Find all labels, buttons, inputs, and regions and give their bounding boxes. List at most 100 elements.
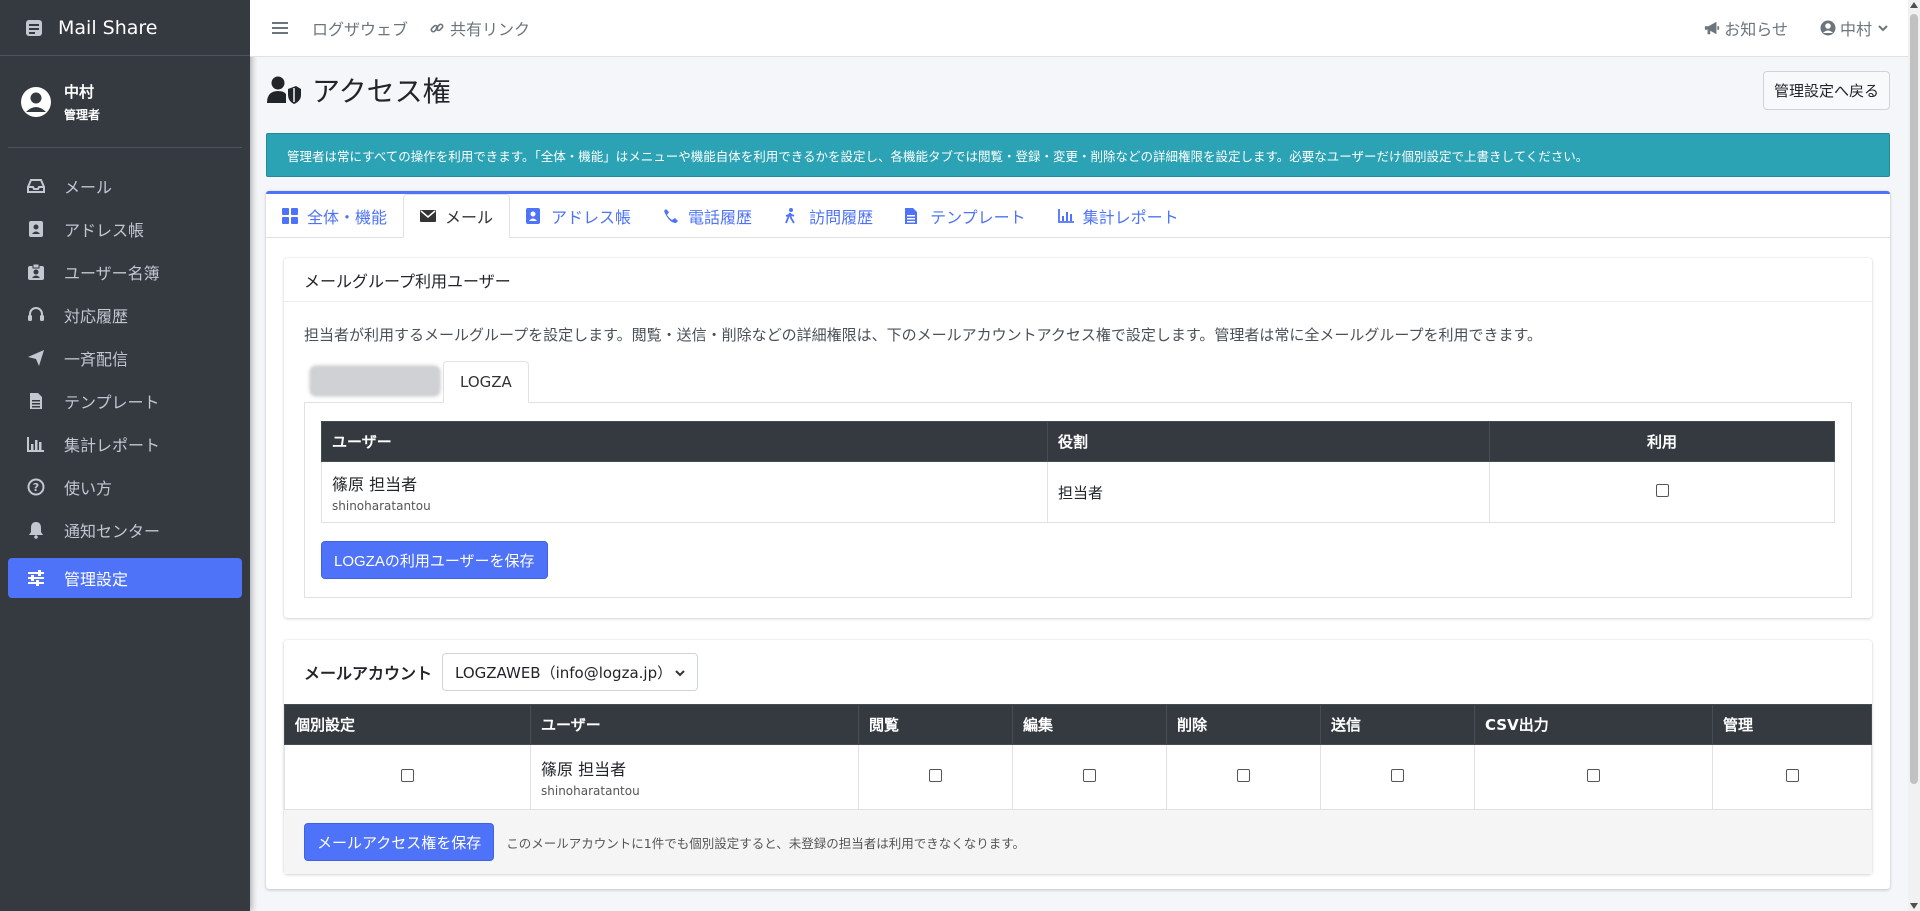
use-cell <box>1489 461 1835 523</box>
delete-cell <box>1166 744 1321 810</box>
bell-icon <box>26 520 46 540</box>
group-tab-logza[interactable]: LOGZA <box>443 361 529 403</box>
scroll-down-arrow-icon[interactable] <box>1910 903 1918 909</box>
brand-link[interactable]: Mail Share <box>0 0 250 56</box>
table-row: 篠原 担当者 shinoharatantou 担当者 <box>321 461 1835 523</box>
main-content: アクセス権 管理設定へ戻る 管理者は常にすべての操作を利用できます。「全体・機能… <box>250 57 1908 911</box>
mail-account-selected: LOGZAWEB（info@logza.jp） <box>455 663 673 682</box>
column-header-send: 送信 <box>1320 704 1475 745</box>
tab-label: 全体・機能 <box>307 208 388 227</box>
group-tab-redacted[interactable] <box>310 366 440 396</box>
edit-checkbox[interactable] <box>1083 769 1096 782</box>
edit-cell <box>1012 744 1167 810</box>
sidebar-item-broadcast[interactable]: 一斉配信 <box>8 338 242 378</box>
csv-cell <box>1474 744 1713 810</box>
group-tab-panel: ユーザー 役割 利用 篠原 担当者 shinoharatantou 担当者 LO… <box>304 403 1852 598</box>
mail-account-access-card: メールアカウント LOGZAWEB（info@logza.jp） 個別設定 ユー… <box>284 640 1872 874</box>
scroll-up-arrow-icon[interactable] <box>1910 2 1918 8</box>
sidebar-item-help[interactable]: ? 使い方 <box>8 467 242 507</box>
logzaweb-link[interactable]: ログザウェブ <box>312 16 408 40</box>
sidebar-item-notifications[interactable]: 通知センター <box>8 510 242 550</box>
sidebar-item-label: アドレス帳 <box>64 221 145 240</box>
back-to-admin-button[interactable]: 管理設定へ戻る <box>1762 70 1890 110</box>
account-access-footer: メールアクセス権を保存 このメールアカウントに1件でも個別設定すると、未登録の担… <box>284 810 1872 874</box>
group-tabs: LOGZA <box>304 361 1852 403</box>
scrollbar-thumb[interactable] <box>1910 14 1918 784</box>
walking-icon <box>784 208 800 224</box>
notice-link[interactable]: お知らせ <box>1704 16 1788 40</box>
view-checkbox[interactable] <box>929 769 942 782</box>
user-panel[interactable]: 中村 管理者 <box>8 56 242 148</box>
sidebar-item-address-book[interactable]: アドレス帳 <box>8 209 242 249</box>
chevron-down-icon <box>1878 24 1888 32</box>
sidebar-item-label: 一斉配信 <box>64 350 129 369</box>
share-link-label: 共有リンク <box>450 20 531 39</box>
sidebar-item-label: 集計レポート <box>64 436 161 455</box>
sidebar-item-label: テンプレート <box>64 393 160 412</box>
admin-checkbox[interactable] <box>1785 769 1799 782</box>
sidebar-item-label: 使い方 <box>64 479 113 498</box>
tab-content: メールグループ利用ユーザー 担当者が利用するメールグループを設定します。閲覧・送… <box>266 238 1890 874</box>
sidebar-item-admin-settings[interactable]: 管理設定 <box>8 558 242 598</box>
feature-tabs: 全体・機能 メール アドレス帳 電話履歴 訪問履歴 テンプレート 集計レポート <box>266 194 1890 238</box>
user-cell: 篠原 担当者 shinoharatantou <box>530 744 859 810</box>
file-icon <box>26 391 46 411</box>
tab-label: 集計レポート <box>1082 208 1179 227</box>
topbar-right: お知らせ 中村 <box>1672 16 1888 40</box>
mail-group-users-title: メールグループ利用ユーザー <box>284 258 1872 302</box>
address-book-icon <box>26 219 46 239</box>
sidebar-item-user-directory[interactable]: ユーザー名簿 <box>8 252 242 292</box>
headset-icon <box>26 305 46 325</box>
column-header-view: 閲覧 <box>858 704 1013 745</box>
use-checkbox[interactable] <box>1655 484 1669 497</box>
mail-group-users-body: 担当者が利用するメールグループを設定します。閲覧・送信・削除などの詳細権限は、下… <box>284 302 1872 618</box>
sidebar-item-template[interactable]: テンプレート <box>8 381 242 421</box>
link-icon <box>430 20 446 36</box>
column-header-edit: 編集 <box>1012 704 1167 745</box>
tab-template[interactable]: テンプレート <box>889 194 1042 238</box>
user-login: shinoharatantou <box>332 499 431 513</box>
sliders-icon <box>26 568 46 588</box>
sidebar-item-label: 通知センター <box>64 522 161 541</box>
mail-account-select[interactable]: LOGZAWEB（info@logza.jp） <box>442 653 699 691</box>
tab-label: アドレス帳 <box>551 208 632 227</box>
send-checkbox[interactable] <box>1391 769 1404 782</box>
page-scrollbar[interactable] <box>1908 0 1920 911</box>
sidebar-item-history[interactable]: 対応履歴 <box>8 295 242 335</box>
grid-icon <box>282 208 298 224</box>
column-header-use: 利用 <box>1489 421 1835 462</box>
chevron-down-icon <box>675 663 685 681</box>
sidebar-item-mail[interactable]: メール <box>8 166 242 206</box>
sidebar-item-report[interactable]: 集計レポート <box>8 424 242 464</box>
sidebar-nav: メール アドレス帳 ユーザー名簿 対応履歴 一斉配信 テンプレート 集計レポート… <box>0 148 250 598</box>
mail-group-users-card: メールグループ利用ユーザー 担当者が利用するメールグループを設定します。閲覧・送… <box>284 258 1872 618</box>
mail-account-label: メールアカウント <box>304 664 433 683</box>
tab-address-book[interactable]: アドレス帳 <box>510 194 647 238</box>
user-menu[interactable]: 中村 <box>1820 16 1888 40</box>
column-header-csv: CSV出力 <box>1474 704 1713 745</box>
user-circle-icon <box>1820 20 1836 36</box>
tab-phone-history[interactable]: 電話履歴 <box>647 194 768 238</box>
bar-chart-icon <box>1057 208 1074 224</box>
share-link[interactable]: 共有リンク <box>430 16 530 40</box>
envelope-box-icon <box>22 16 46 40</box>
mail-account-selector-row: メールアカウント LOGZAWEB（info@logza.jp） <box>284 640 1872 704</box>
sidebar-item-label: ユーザー名簿 <box>64 264 160 283</box>
delete-checkbox[interactable] <box>1237 769 1250 782</box>
table-row: 篠原 担当者 shinoharatantou <box>284 744 1872 810</box>
csv-checkbox[interactable] <box>1587 769 1600 782</box>
mail-group-description: 担当者が利用するメールグループを設定します。閲覧・送信・削除などの詳細権限は、下… <box>304 326 1542 344</box>
tab-overall[interactable]: 全体・機能 <box>266 194 403 238</box>
tab-visit-history[interactable]: 訪問履歴 <box>768 194 889 238</box>
tab-mail[interactable]: メール <box>403 194 511 238</box>
info-callout: 管理者は常にすべての操作を利用できます。「全体・機能」はメニューや機能自体を利用… <box>266 133 1890 177</box>
paper-plane-icon <box>26 348 46 368</box>
column-header-individual: 個別設定 <box>284 704 531 745</box>
individual-checkbox[interactable] <box>401 769 414 782</box>
logzaweb-link-label: ログザウェブ <box>312 20 409 39</box>
tab-report[interactable]: 集計レポート <box>1042 194 1195 238</box>
send-cell <box>1320 744 1475 810</box>
hamburger-menu-icon[interactable] <box>272 19 290 37</box>
save-group-users-button[interactable]: LOGZAの利用ユーザーを保存 <box>321 541 548 579</box>
save-mail-access-button[interactable]: メールアクセス権を保存 <box>304 823 495 861</box>
